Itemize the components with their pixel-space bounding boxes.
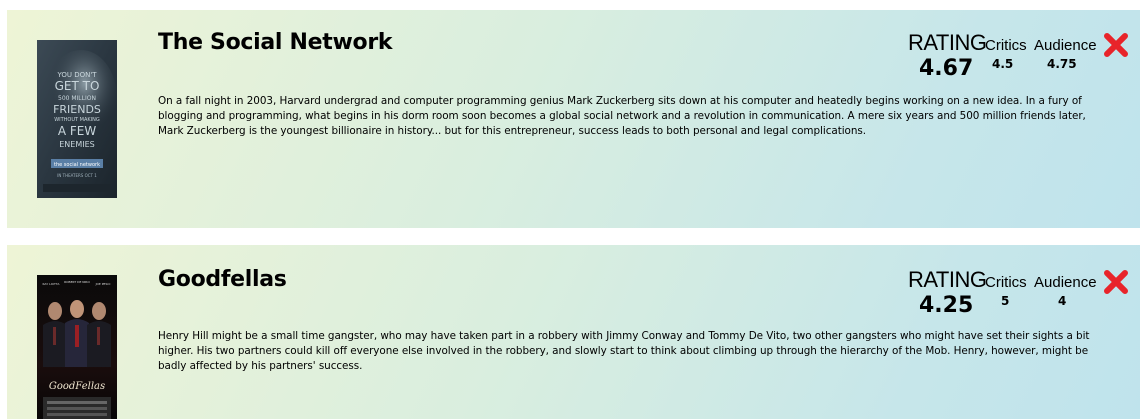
poster-date: IN THEATERS OCT 1: [57, 173, 97, 178]
rating-block: RATING Critics Audience 4.25 5 4: [900, 267, 1130, 327]
poster-actor-name: ROBERT DE NIRO: [64, 280, 90, 284]
poster-actor-name: JOE PESCI: [95, 282, 111, 286]
poster-tagline-line: 500 MILLION: [58, 95, 96, 102]
movie-card[interactable]: RAY LIOTTA ROBERT DE NIRO JOE PESCI Good…: [7, 245, 1140, 419]
close-icon: [1104, 33, 1128, 57]
poster-logo: the social network: [54, 162, 100, 168]
poster-logo: GoodFellas: [49, 381, 105, 392]
movie-card[interactable]: YOU DON'T GET TO 500 MILLION FRIENDS WIT…: [7, 10, 1140, 228]
movie-list: YOU DON'T GET TO 500 MILLION FRIENDS WIT…: [0, 0, 1140, 419]
rating-block: RATING Critics Audience 4.67 4.5 4.75: [900, 30, 1130, 90]
movie-description: Henry Hill might be a small time gangste…: [158, 330, 1090, 372]
movie-poster: RAY LIOTTA ROBERT DE NIRO JOE PESCI Good…: [37, 275, 117, 419]
audience-rating-value: 4: [1058, 294, 1067, 308]
movie-title: Goodfellas: [158, 267, 287, 292]
critics-label: Critics: [985, 37, 1027, 54]
close-icon: [1104, 270, 1128, 294]
audience-label: Audience: [1034, 274, 1097, 291]
poster-tagline-line: GET TO: [55, 79, 100, 93]
critics-rating-value: 5: [1001, 294, 1010, 308]
critics-rating-value: 4.5: [992, 57, 1014, 71]
critics-label: Critics: [985, 274, 1027, 291]
rating-label: RATING: [908, 30, 987, 55]
poster-tagline-line: FRIENDS: [53, 103, 101, 116]
remove-button[interactable]: [1103, 32, 1129, 58]
poster-tagline-line: YOU DON'T: [56, 71, 97, 79]
poster-tagline-line: ENEMIES: [59, 140, 95, 149]
poster-image: YOU DON'T GET TO 500 MILLION FRIENDS WIT…: [37, 40, 117, 198]
rating-label: RATING: [908, 267, 987, 292]
poster-tagline-line: A FEW: [58, 124, 97, 138]
audience-label: Audience: [1034, 37, 1097, 54]
poster-actor-name: RAY LIOTTA: [43, 282, 61, 286]
movie-poster: YOU DON'T GET TO 500 MILLION FRIENDS WIT…: [37, 40, 117, 198]
poster-tagline-line: WITHOUT MAKING: [54, 117, 100, 123]
movie-description: On a fall night in 2003, Harvard undergr…: [158, 95, 1086, 137]
poster-image: RAY LIOTTA ROBERT DE NIRO JOE PESCI Good…: [37, 275, 117, 419]
remove-button[interactable]: [1103, 269, 1129, 295]
movie-title: The Social Network: [158, 30, 393, 55]
overall-rating-value: 4.67: [919, 56, 974, 81]
audience-rating-value: 4.75: [1047, 57, 1077, 71]
overall-rating-value: 4.25: [919, 293, 974, 318]
